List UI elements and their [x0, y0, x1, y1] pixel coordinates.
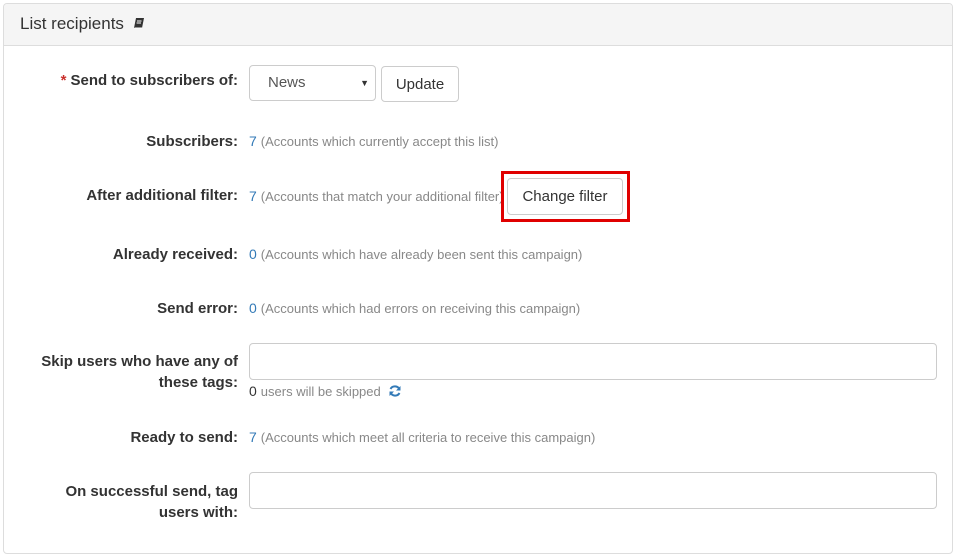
ready-help: (Accounts which meet all criteria to rec… — [260, 430, 596, 445]
refresh-icon[interactable] — [388, 384, 402, 401]
skip-tags-input[interactable] — [249, 343, 937, 380]
required-mark: * — [60, 72, 67, 89]
skip-tags-label: Skip users who have any of these tags: — [41, 353, 238, 391]
change-filter-button[interactable]: Change filter — [507, 178, 623, 215]
update-button[interactable]: Update — [381, 66, 459, 102]
skip-count: 0 — [249, 383, 257, 399]
subscribers-label: Subscribers: — [146, 133, 238, 150]
already-received-label: Already received: — [112, 246, 238, 263]
already-received-help: (Accounts which have already been sent t… — [260, 247, 583, 262]
send-error-help: (Accounts which had errors on receiving … — [260, 301, 581, 316]
already-received-value: 0 (Accounts which have already been sent … — [249, 246, 582, 262]
after-filter-value: 7 (Accounts that match your additional fi… — [249, 188, 504, 204]
subscribers-count: 7 — [249, 133, 257, 149]
chevron-down-icon: ▼ — [360, 78, 369, 88]
book-icon[interactable] — [133, 15, 145, 35]
already-received-count: 0 — [249, 246, 257, 262]
send-to-label: * Send to subscribers of: — [60, 72, 238, 89]
send-error-label: Send error: — [157, 300, 238, 317]
skip-summary: 0 users will be skipped — [249, 383, 402, 401]
ready-count: 7 — [249, 429, 257, 445]
ready-label: Ready to send: — [130, 429, 238, 446]
after-filter-count: 7 — [249, 188, 257, 204]
subscribers-help: (Accounts which currently accept this li… — [260, 134, 499, 149]
panel-title: List recipients — [20, 14, 124, 33]
send-error-value: 0 (Accounts which had errors on receiving… — [249, 300, 580, 316]
panel-heading: List recipients — [4, 4, 952, 46]
ready-value: 7 (Accounts which meet all criteria to re… — [249, 429, 595, 445]
after-filter-help: (Accounts that match your additional fil… — [260, 189, 504, 204]
tag-on-success-input[interactable] — [249, 472, 937, 509]
skip-text: users will be skipped — [260, 384, 381, 399]
subscribers-value: 7 (Accounts which currently accept this l… — [249, 133, 499, 149]
list-select[interactable]: News ▼ — [249, 65, 376, 101]
send-error-count: 0 — [249, 300, 257, 316]
after-filter-label: After additional filter: — [86, 187, 238, 204]
tag-on-success-label: On successful send, tag users with: — [65, 483, 238, 521]
list-select-value: News — [268, 74, 306, 91]
